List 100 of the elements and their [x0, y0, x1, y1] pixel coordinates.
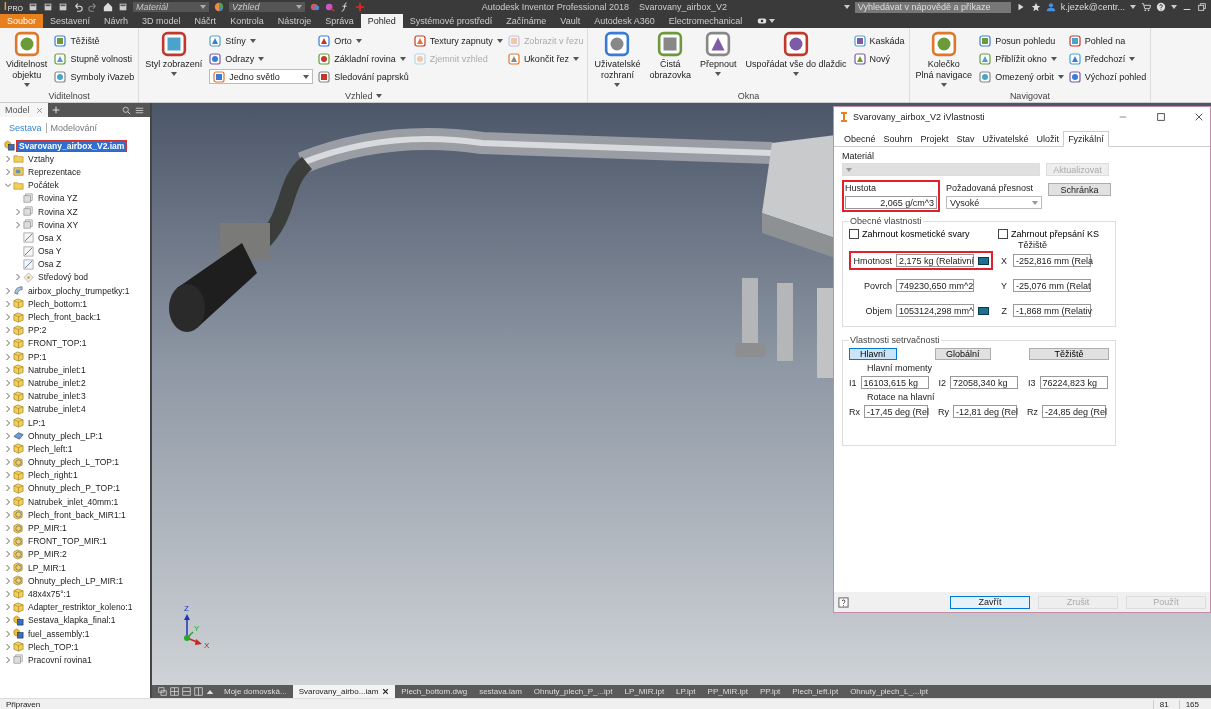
- tile-horizontal-icon[interactable]: [182, 687, 191, 696]
- expander-icon[interactable]: [4, 564, 11, 571]
- tree-item[interactable]: Reprezentace: [26, 166, 83, 177]
- tree-item[interactable]: Natrube_inlet:2: [26, 377, 88, 388]
- document-tab[interactable]: LP_MIR.ipt: [618, 685, 671, 698]
- video-icon[interactable]: [757, 16, 768, 26]
- expander-icon[interactable]: [4, 459, 11, 466]
- tree-item[interactable]: Vztahy: [26, 153, 56, 164]
- expander-icon[interactable]: [4, 617, 11, 624]
- document-tab[interactable]: LP.ipt: [670, 685, 702, 698]
- tree-item[interactable]: LP_MIR:1: [26, 562, 68, 573]
- ribbon-button[interactable]: Uživatelské rozhraní: [592, 31, 643, 90]
- value-field[interactable]: 72058,340 kg: [950, 376, 1019, 389]
- toolbar-icon[interactable]: [57, 2, 68, 12]
- tree-item[interactable]: PP_MIR:1: [26, 523, 69, 534]
- expander-icon[interactable]: [4, 182, 11, 189]
- tile-vertical-icon[interactable]: [194, 687, 203, 696]
- ribbon-button[interactable]: Pohled na: [1068, 33, 1147, 48]
- redo-icon[interactable]: [87, 2, 98, 12]
- ribbon-button[interactable]: Kolečko Plná navigace: [913, 31, 975, 90]
- document-tab[interactable]: sestava.iam: [473, 685, 528, 698]
- document-tab[interactable]: Ohnuty_plech_L_...ipt: [844, 685, 934, 698]
- toolbar-icon[interactable]: [42, 2, 53, 12]
- tree-item[interactable]: Plech_front_back_MIR1:1: [26, 509, 128, 520]
- tree-item[interactable]: PP:1: [26, 351, 49, 362]
- ribbon-button[interactable]: Čistá obrazovka: [647, 31, 693, 90]
- checkbox[interactable]: Zahrnout přepsání KS: [997, 229, 1099, 239]
- ribbon-button[interactable]: Stíny: [209, 33, 314, 48]
- clipboard-button[interactable]: Schránka: [1048, 183, 1111, 196]
- tile-icon[interactable]: [170, 687, 179, 696]
- expander-icon[interactable]: [4, 604, 11, 611]
- home-icon[interactable]: [102, 2, 113, 12]
- tree-item[interactable]: Rovina XZ: [36, 206, 80, 217]
- ribbon-button[interactable]: Stupně volnosti: [54, 51, 135, 66]
- ribbon-button[interactable]: Omezený orbit: [979, 69, 1064, 84]
- ribbon-button[interactable]: Těžiště: [54, 33, 135, 48]
- value-field[interactable]: 749230,650 mm^2: [896, 279, 974, 292]
- function-icon[interactable]: [339, 2, 350, 12]
- tree-item[interactable]: Plech_front_back:1: [26, 312, 103, 323]
- tree-item[interactable]: Sestava_klapka_final:1: [26, 615, 118, 626]
- tree-item[interactable]: Natrube_inlet:4: [26, 404, 88, 415]
- expander-icon[interactable]: [4, 300, 11, 307]
- tree-item[interactable]: Rovina XY: [36, 219, 81, 230]
- tree-item[interactable]: PP:2: [26, 325, 49, 336]
- tree-item[interactable]: LP:1: [26, 417, 48, 428]
- color-adjust-icon[interactable]: [309, 2, 320, 12]
- tree-item[interactable]: Osa X: [36, 232, 64, 243]
- document-tab[interactable]: PP_MIR.ipt: [701, 685, 754, 698]
- dialog-tab[interactable]: Projekt: [916, 131, 953, 146]
- tree-item[interactable]: fuel_assembly:1: [26, 628, 92, 639]
- browser-mode-link[interactable]: Modelování: [45, 123, 102, 133]
- user-icon[interactable]: [1045, 2, 1056, 12]
- expander-icon[interactable]: [4, 498, 11, 505]
- ribbon-tab[interactable]: Pohled: [360, 14, 403, 28]
- tree-item[interactable]: Osa Y: [36, 246, 64, 257]
- ribbon-tab[interactable]: 3D model: [135, 14, 188, 28]
- ribbon-tab[interactable]: Návrh: [97, 14, 136, 28]
- tree-item[interactable]: Natrubek_inlet_40mm:1: [26, 496, 121, 507]
- tree-item[interactable]: airbox_plochy_trumpetky:1: [26, 285, 132, 296]
- expander-icon[interactable]: [4, 353, 11, 360]
- ribbon-tab[interactable]: Začínáme: [499, 14, 554, 28]
- ribbon-tab[interactable]: Náčrt: [187, 14, 224, 28]
- tree-item[interactable]: Pracovní rovina1: [26, 654, 94, 665]
- tree-item[interactable]: Plech_left:1: [26, 443, 75, 454]
- tree-item[interactable]: FRONT_TOP:1: [26, 338, 89, 349]
- search-icon[interactable]: [122, 105, 131, 115]
- value-field[interactable]: -25,076 mm (Relat: [1013, 279, 1091, 292]
- expander-icon[interactable]: [4, 485, 11, 492]
- density-field[interactable]: 2,065 g/cm^3: [845, 196, 937, 209]
- lighting-dropdown[interactable]: Jedno světlo: [209, 69, 314, 84]
- ribbon-button[interactable]: Ukončit řez: [507, 51, 584, 66]
- ribbon-button[interactable]: Textury zapnuty: [413, 33, 503, 48]
- expander-icon[interactable]: [4, 393, 11, 400]
- checkbox[interactable]: Zahrnout kosmetické svary: [849, 229, 970, 239]
- close-icon[interactable]: [382, 688, 390, 695]
- undo-icon[interactable]: [72, 2, 83, 12]
- tree-item[interactable]: Natrube_inlet:3: [26, 391, 88, 402]
- user-name[interactable]: k.jezek@centr...: [1060, 2, 1125, 12]
- document-tab[interactable]: Moje domovská...: [218, 685, 293, 698]
- ribbon-button[interactable]: Nový: [853, 51, 905, 66]
- expander-icon[interactable]: [4, 419, 11, 426]
- tree-item[interactable]: Středový bod: [36, 272, 91, 283]
- appearance-combo[interactable]: Vzhled: [228, 2, 305, 12]
- expander-icon[interactable]: [4, 630, 11, 637]
- ribbon-button[interactable]: Přepnout: [697, 31, 739, 90]
- dialog-tab[interactable]: Uživatelské: [978, 131, 1033, 146]
- ribbon-button[interactable]: Viditelnost objektu: [4, 31, 50, 90]
- dialog-tab[interactable]: Uložit: [1032, 131, 1064, 146]
- ribbon-tab[interactable]: Kontrola: [223, 14, 271, 28]
- material-combo[interactable]: Materiál: [132, 2, 209, 12]
- tree-item[interactable]: PP_MIR:2: [26, 549, 69, 560]
- tree-item[interactable]: Plech_right:1: [26, 470, 80, 481]
- expander-icon[interactable]: [4, 287, 11, 294]
- expander-icon[interactable]: [4, 511, 11, 518]
- ribbon-button[interactable]: Výchozí pohled: [1068, 69, 1147, 84]
- expander-icon[interactable]: [4, 155, 11, 162]
- document-tab[interactable]: Plech_left.ipt: [786, 685, 845, 698]
- dialog-tab[interactable]: Souhrn: [879, 131, 917, 146]
- ribbon-button[interactable]: Styl zobrazení: [143, 31, 205, 90]
- expander-icon[interactable]: [4, 538, 11, 545]
